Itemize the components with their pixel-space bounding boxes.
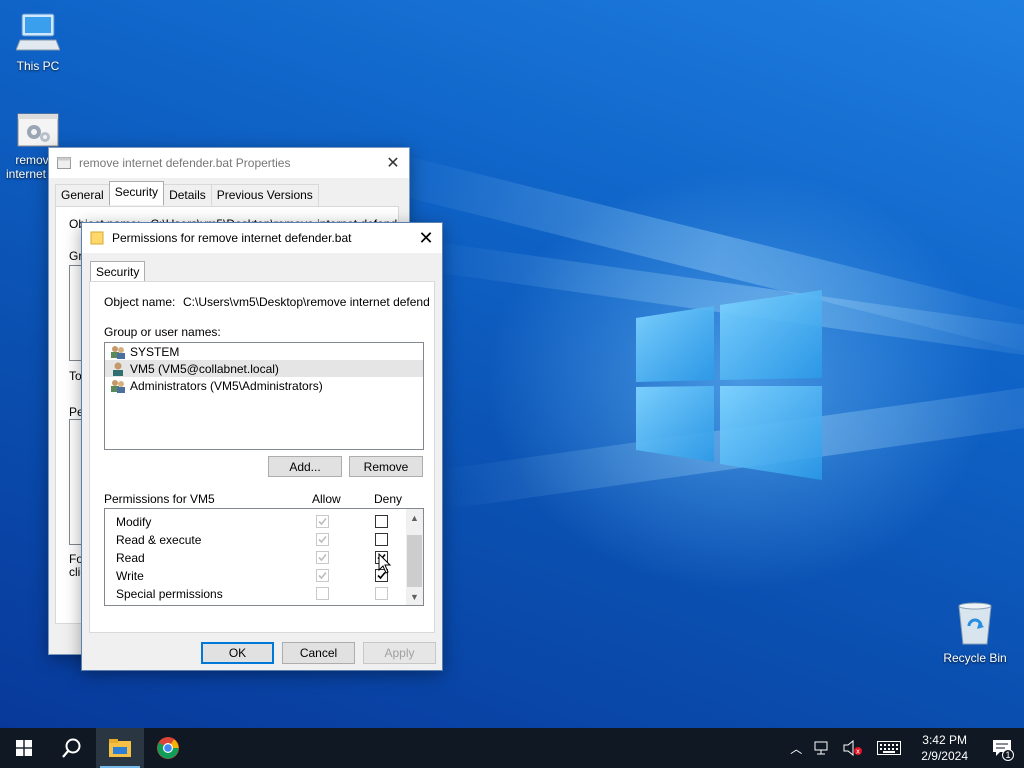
permissions-list[interactable]: ▲ ▼ Modify Read & execute Read Write Special…	[104, 508, 424, 606]
tab-strip: General Security Details Previous Versio…	[55, 181, 319, 208]
folder-icon	[90, 231, 104, 245]
recycle-bin-icon	[958, 602, 992, 645]
permission-name: Read & execute	[116, 533, 202, 547]
windows-logo	[636, 290, 822, 480]
title-bar[interactable]: Permissions for remove internet defender…	[82, 223, 442, 253]
permission-name: Read	[116, 551, 145, 565]
action-center-button[interactable]: 1	[980, 728, 1024, 768]
desktop-icon-this-pc[interactable]: This PC	[0, 10, 76, 73]
close-icon: ✕	[418, 227, 434, 248]
chrome-icon	[157, 737, 179, 759]
close-button[interactable]: ✕	[377, 148, 409, 178]
windows-start-icon	[16, 740, 32, 756]
scroll-thumb[interactable]	[407, 535, 422, 587]
title-bar[interactable]: remove internet defender.bat Properties …	[49, 148, 409, 178]
search-button[interactable]	[48, 728, 96, 768]
mouse-cursor-icon	[378, 553, 392, 574]
system-tray: ︿ x 3:42 PM 2/9/2024 1	[785, 728, 1024, 768]
user-name: VM5 (VM5@collabnet.local)	[130, 361, 279, 376]
permission-row: Read & execute	[105, 531, 405, 549]
scroll-down-icon[interactable]: ▼	[406, 588, 423, 605]
allow-checkbox[interactable]	[316, 587, 329, 600]
group-or-user-names-label: Group or user names:	[104, 325, 221, 339]
deny-checkbox[interactable]	[375, 587, 388, 600]
allow-checkbox[interactable]	[316, 515, 329, 528]
user-name: Administrators (VM5\Administrators)	[130, 378, 323, 393]
permission-row: Read	[105, 549, 405, 567]
cancel-button[interactable]: Cancel	[282, 642, 355, 664]
deny-header: Deny	[374, 492, 403, 506]
add-button[interactable]: Add...	[268, 456, 342, 477]
clock[interactable]: 3:42 PM 2/9/2024	[909, 732, 980, 764]
security-panel: Object name: C:\Users\vm5\Desktop\remove…	[89, 281, 435, 633]
window-title: remove internet defender.bat Properties	[79, 156, 291, 170]
keyboard-icon[interactable]	[877, 741, 902, 755]
chrome-button[interactable]	[144, 728, 192, 768]
close-icon: ✕	[386, 155, 400, 172]
computer-icon	[15, 13, 61, 51]
object-name-value: C:\Users\vm5\Desktop\remove internet def…	[183, 295, 429, 309]
user-icon	[113, 362, 123, 376]
deny-checkbox[interactable]	[375, 515, 388, 528]
permissions-for-label: Permissions for VM5	[104, 492, 215, 506]
tab-details[interactable]: Details	[163, 184, 212, 208]
close-button[interactable]: ✕	[410, 223, 442, 253]
tab-security[interactable]: Security	[108, 181, 165, 205]
to-fragment: To	[69, 369, 82, 383]
notification-count-badge: 1	[1002, 749, 1014, 761]
desktop-icon-label: This PC	[16, 59, 60, 73]
permissions-dialog[interactable]: Permissions for remove internet defender…	[81, 222, 443, 671]
apply-button[interactable]: Apply	[363, 642, 436, 664]
list-item-vm5[interactable]: VM5 (VM5@collabnet.local)	[105, 360, 423, 377]
list-item-system[interactable]: SYSTEM	[105, 343, 423, 360]
scrollbar[interactable]: ▲ ▼	[406, 509, 423, 605]
allow-header: Allow	[312, 492, 341, 506]
desktop-icon-label: Recycle Bin	[943, 651, 1007, 665]
allow-checkbox[interactable]	[316, 533, 329, 546]
svg-text:x: x	[856, 748, 860, 756]
volume-muted-icon[interactable]: x	[843, 740, 863, 756]
permission-name: Special permissions	[116, 587, 223, 601]
taskbar: ︿ x 3:42 PM 2/9/2024 1	[0, 728, 1024, 768]
tab-general[interactable]: General	[55, 184, 110, 208]
tab-previous-versions[interactable]: Previous Versions	[210, 184, 319, 208]
search-icon	[62, 738, 81, 758]
user-group-icon	[111, 345, 125, 359]
list-item-administrators[interactable]: Administrators (VM5\Administrators)	[105, 377, 423, 394]
object-name-label: Object name:	[104, 295, 176, 309]
clock-date: 2/9/2024	[921, 749, 968, 763]
permission-row: Special permissions	[105, 585, 405, 603]
permission-row: Modify	[105, 513, 405, 531]
file-explorer-button[interactable]	[96, 728, 144, 768]
clock-time: 3:42 PM	[922, 733, 967, 747]
batch-file-icon	[17, 113, 59, 147]
allow-checkbox[interactable]	[316, 569, 329, 582]
file-icon	[57, 157, 71, 169]
permission-name: Write	[116, 569, 144, 583]
scroll-up-icon[interactable]: ▲	[406, 509, 423, 526]
ok-button[interactable]: OK	[201, 642, 274, 664]
user-name: SYSTEM	[130, 344, 180, 359]
user-list[interactable]: SYSTEM VM5 (VM5@collabnet.local) Adminis…	[104, 342, 424, 450]
remove-button[interactable]: Remove	[349, 456, 423, 477]
network-icon[interactable]	[813, 740, 831, 756]
show-hidden-icons-chevron-up-icon[interactable]: ︿	[785, 740, 807, 757]
deny-checkbox[interactable]	[375, 533, 388, 546]
file-explorer-icon	[109, 739, 131, 757]
dialog-title: Permissions for remove internet defender…	[112, 231, 352, 245]
permission-row: Write	[105, 567, 405, 585]
permission-name: Modify	[116, 515, 152, 529]
desktop-icon-recycle-bin[interactable]: Recycle Bin	[937, 600, 1013, 665]
allow-checkbox[interactable]	[316, 551, 329, 564]
user-group-icon	[111, 379, 125, 393]
start-button[interactable]	[0, 728, 48, 768]
